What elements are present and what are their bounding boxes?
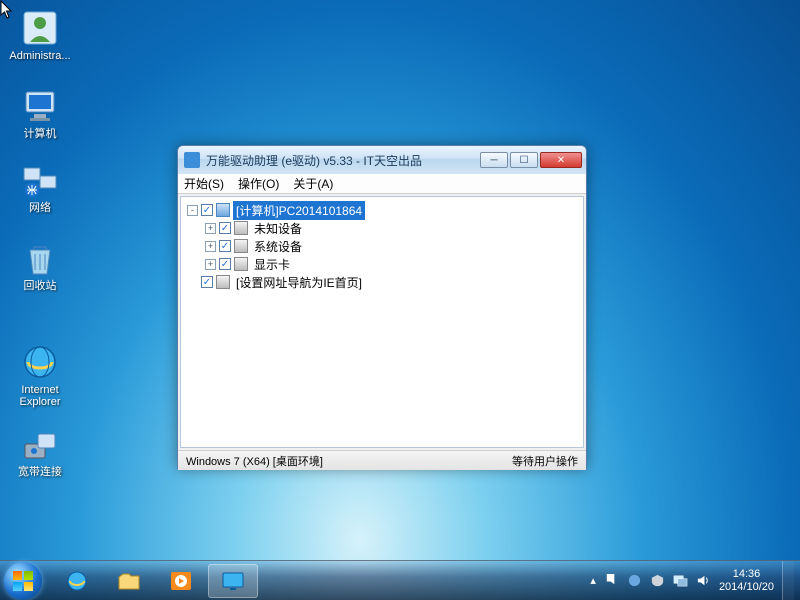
checkbox[interactable]: ✓ xyxy=(201,204,213,216)
tray-icon-1[interactable] xyxy=(627,573,642,588)
app-icon xyxy=(184,152,200,168)
desktop-icon-label: 计算机 xyxy=(4,128,76,140)
close-button[interactable]: ✕ xyxy=(540,152,582,168)
taskbar-clock[interactable]: 14:36 2014/10/20 xyxy=(719,568,774,593)
network-icon xyxy=(20,160,60,200)
window-title: 万能驱动助理 (e驱动) v5.33 - IT天空出品 xyxy=(206,152,480,169)
dial-icon xyxy=(20,424,60,464)
menu-item[interactable]: 关于(A) xyxy=(293,175,333,192)
checkbox[interactable]: ✓ xyxy=(201,276,213,288)
expand-icon[interactable]: + xyxy=(205,241,216,252)
status-right: 等待用户操作 xyxy=(512,453,578,469)
desktop-icon-user[interactable]: Administra... xyxy=(4,8,76,62)
tree-spacer xyxy=(187,277,198,288)
device-icon xyxy=(234,257,248,271)
start-button[interactable] xyxy=(4,562,42,600)
taskbar-media-button[interactable] xyxy=(156,564,206,598)
tray-network-icon[interactable] xyxy=(673,573,688,588)
expand-icon[interactable]: + xyxy=(205,223,216,234)
status-bar: Windows 7 (X64) [桌面环境] 等待用户操作 xyxy=(178,450,586,470)
status-left: Windows 7 (X64) [桌面环境] xyxy=(186,453,323,469)
desktop-icon-label: 回收站 xyxy=(4,280,76,292)
checkbox[interactable]: ✓ xyxy=(219,258,231,270)
maximize-button[interactable]: ☐ xyxy=(510,152,538,168)
tree-node[interactable]: +✓ 未知设备 xyxy=(183,219,581,237)
show-desktop-button[interactable] xyxy=(782,561,794,600)
tree-node-label: 系统设备 xyxy=(251,237,305,256)
desktop-icon-dial[interactable]: 宽带连接 xyxy=(4,424,76,478)
titlebar[interactable]: 万能驱动助理 (e驱动) v5.33 - IT天空出品 ─ ☐ ✕ xyxy=(178,146,586,174)
checkbox[interactable]: ✓ xyxy=(219,240,231,252)
tree-node-label: 未知设备 xyxy=(251,219,305,238)
desktop-icon-recycle[interactable]: 回收站 xyxy=(4,238,76,292)
expand-icon[interactable]: + xyxy=(205,259,216,270)
user-icon xyxy=(20,8,60,48)
tray-icon-2[interactable] xyxy=(650,573,665,588)
tree-node-label: 显示卡 xyxy=(251,255,293,274)
tree-node[interactable]: -✓ [计算机]PC2014101864 xyxy=(183,201,581,219)
tree-node-label: [计算机]PC2014101864 xyxy=(233,201,365,220)
desktop-icon-label: Internet Explorer xyxy=(4,384,76,408)
tree-node[interactable]: +✓ 显示卡 xyxy=(183,255,581,273)
taskbar-explorer-button[interactable] xyxy=(104,564,154,598)
taskbar: ▴ 14:36 2014/10/20 xyxy=(0,560,800,600)
tree-node-label: [设置网址导航为IE首页] xyxy=(233,273,365,292)
menu-item[interactable]: 操作(O) xyxy=(238,175,279,192)
minimize-button[interactable]: ─ xyxy=(480,152,508,168)
device-icon xyxy=(216,275,230,289)
desktop-icon-ie[interactable]: Internet Explorer xyxy=(4,342,76,408)
driver-helper-window: 万能驱动助理 (e驱动) v5.33 - IT天空出品 ─ ☐ ✕ 开始(S) 操… xyxy=(177,145,587,469)
tray-action-center-icon[interactable] xyxy=(604,573,619,588)
clock-time: 14:36 xyxy=(719,568,774,581)
desktop-icon-network[interactable]: 网络 xyxy=(4,160,76,214)
desktop-icon-computer[interactable]: 计算机 xyxy=(4,86,76,140)
taskbar-ie-button[interactable] xyxy=(52,564,102,598)
taskbar-driver-helper-button[interactable] xyxy=(208,564,258,598)
desktop-icon-label: Administra... xyxy=(4,50,76,62)
computer-icon xyxy=(20,86,60,126)
menubar: 开始(S) 操作(O) 关于(A) xyxy=(178,174,586,194)
ie-icon xyxy=(20,342,60,382)
device-icon xyxy=(234,239,248,253)
system-tray: ▴ 14:36 2014/10/20 xyxy=(590,561,800,600)
desktop-icon-label: 网络 xyxy=(4,202,76,214)
tree-view[interactable]: -✓[计算机]PC2014101864+✓未知设备+✓系统设备+✓显示卡✓[设置… xyxy=(180,196,584,448)
menu-item[interactable]: 开始(S) xyxy=(184,175,224,192)
desktop-icon-label: 宽带连接 xyxy=(4,466,76,478)
checkbox[interactable]: ✓ xyxy=(219,222,231,234)
tray-volume-icon[interactable] xyxy=(696,573,711,588)
tree-node[interactable]: +✓ 系统设备 xyxy=(183,237,581,255)
computer-icon xyxy=(216,203,230,217)
collapse-icon[interactable]: - xyxy=(187,205,198,216)
recycle-icon xyxy=(20,238,60,278)
tray-up-icon[interactable]: ▴ xyxy=(590,574,596,587)
clock-date: 2014/10/20 xyxy=(719,581,774,594)
device-icon xyxy=(234,221,248,235)
tree-node[interactable]: ✓ [设置网址导航为IE首页] xyxy=(183,273,581,291)
